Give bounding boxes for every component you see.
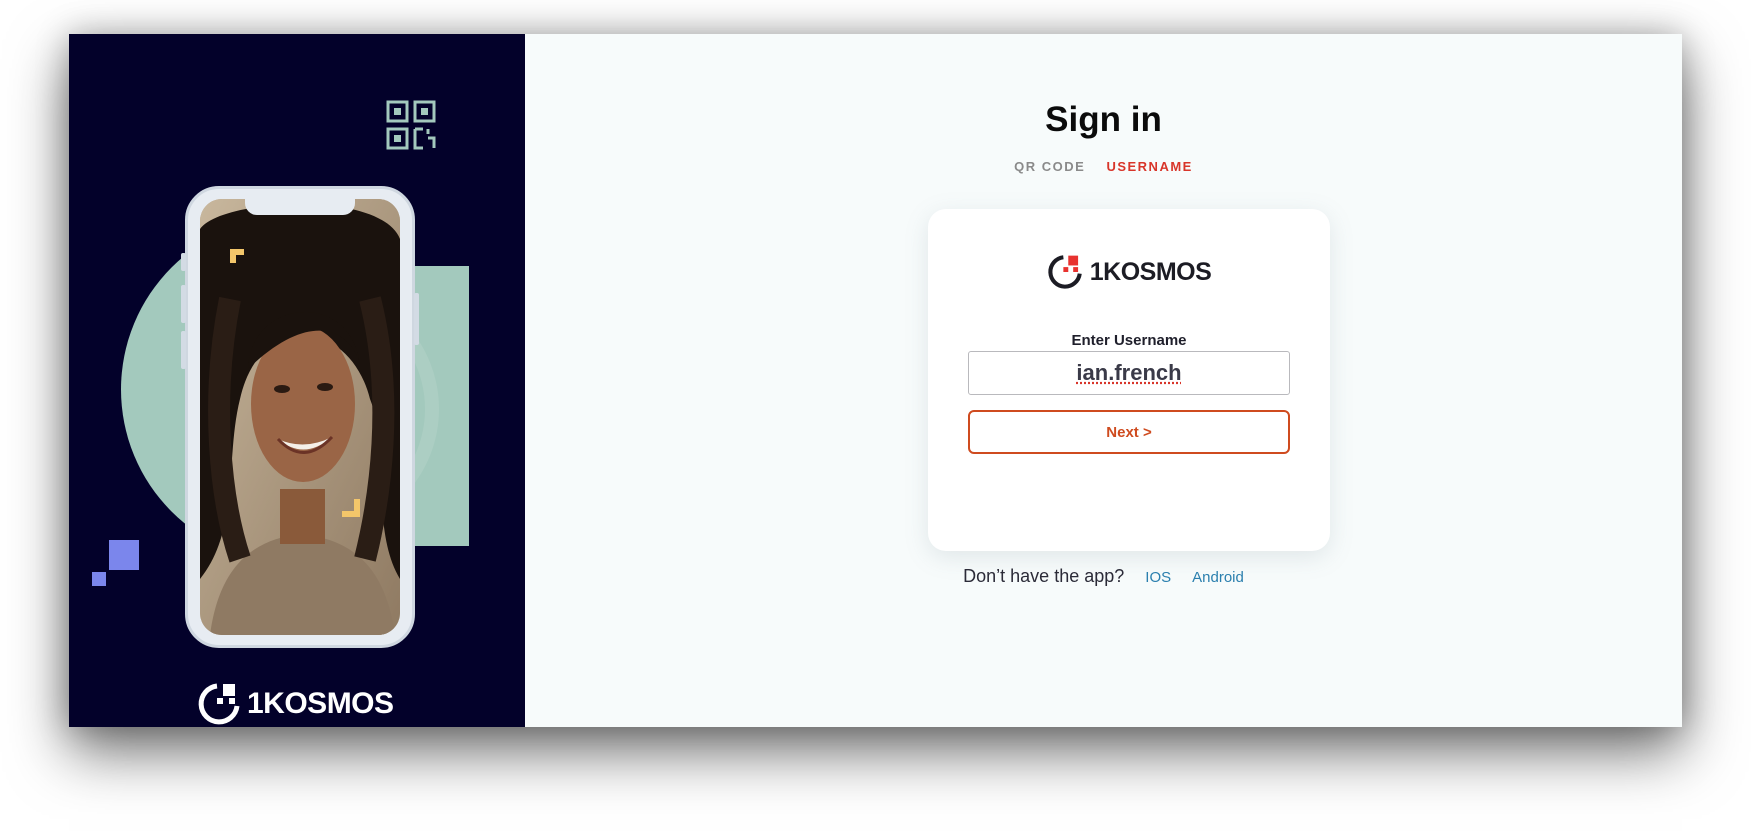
android-link[interactable]: Android bbox=[1192, 569, 1244, 586]
ios-link[interactable]: IOS bbox=[1145, 569, 1171, 586]
username-label: Enter Username bbox=[1071, 332, 1187, 349]
selfie-photo bbox=[200, 199, 400, 635]
brand-logo-icon bbox=[1048, 255, 1082, 289]
app-download-prompt: Don’t have the app? IOS Android bbox=[525, 566, 1682, 587]
qr-code-icon bbox=[386, 100, 436, 150]
decorative-pixel bbox=[92, 572, 106, 586]
username-input[interactable] bbox=[968, 351, 1290, 395]
brand-name: 1KOSMOS bbox=[1089, 257, 1212, 286]
promo-panel: 1KOSMOS bbox=[69, 34, 525, 727]
tab-qr-code[interactable]: QR CODE bbox=[1014, 159, 1085, 174]
brand-logo: 1KOSMOS bbox=[197, 682, 394, 726]
sign-in-panel: Sign in QR CODE USERNAME 1KOSMOS Enter U… bbox=[525, 34, 1682, 727]
page-title: Sign in bbox=[1045, 100, 1162, 139]
sign-in-window: 1KOSMOS Sign in QR CODE USERNAME 1KOSMOS… bbox=[69, 34, 1682, 727]
phone-mockup bbox=[181, 186, 419, 648]
sign-in-tabs: QR CODE USERNAME bbox=[525, 159, 1682, 174]
brand-name: 1KOSMOS bbox=[247, 687, 394, 720]
decorative-pixel bbox=[109, 540, 139, 570]
card-brand-logo: 1KOSMOS bbox=[928, 254, 1330, 290]
sign-in-card: 1KOSMOS Enter Username Next > bbox=[928, 209, 1330, 551]
brand-logo-icon bbox=[198, 683, 240, 725]
next-button[interactable]: Next > bbox=[968, 410, 1290, 454]
tab-username[interactable]: USERNAME bbox=[1106, 159, 1192, 174]
app-prompt-text: Don’t have the app? bbox=[963, 566, 1125, 586]
